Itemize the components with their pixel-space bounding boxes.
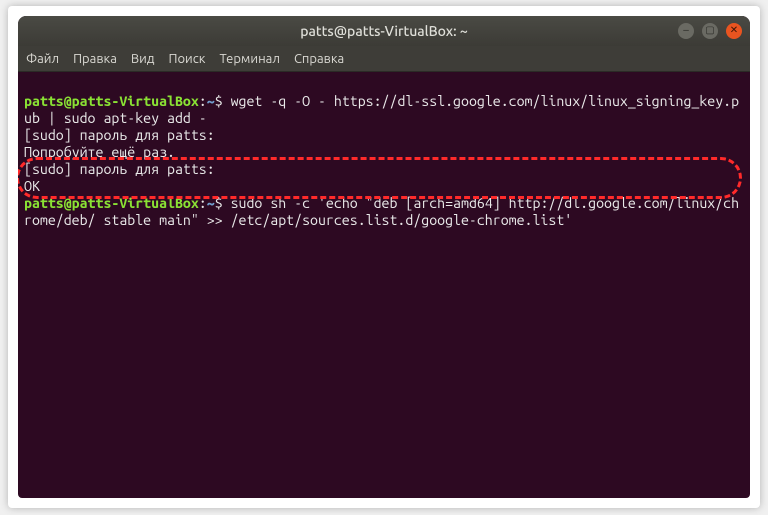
menu-file[interactable]: Файл xyxy=(26,52,59,66)
terminal-line: patts@patts-VirtualBox:~$ wget -q -O - h… xyxy=(24,93,739,126)
prompt-dollar: $ xyxy=(215,93,231,109)
minimize-button[interactable]: – xyxy=(678,23,694,39)
menu-view[interactable]: Вид xyxy=(131,52,155,66)
prompt-path: ~ xyxy=(207,195,215,211)
menu-terminal[interactable]: Терминал xyxy=(219,52,279,66)
menu-bar: Файл Правка Вид Поиск Терминал Справка xyxy=(18,46,750,72)
terminal-window: patts@patts-VirtualBox: ~ – ▢ ✕ Файл Пра… xyxy=(18,16,750,498)
terminal-line: [sudo] пароль для patts: xyxy=(24,127,215,143)
maximize-button[interactable]: ▢ xyxy=(702,23,718,39)
terminal-line: OK xyxy=(24,178,40,194)
title-bar: patts@patts-VirtualBox: ~ – ▢ ✕ xyxy=(18,16,750,46)
prompt-colon: : xyxy=(199,93,207,109)
prompt-colon: : xyxy=(199,195,207,211)
prompt-user: patts@patts-VirtualBox xyxy=(24,93,199,109)
terminal-line: [sudo] пароль для patts: xyxy=(24,161,215,177)
terminal-line: patts@patts-VirtualBox:~$ sudo sh -c 'ec… xyxy=(24,195,739,228)
prompt-user: patts@patts-VirtualBox xyxy=(24,195,199,211)
prompt-path: ~ xyxy=(207,93,215,109)
close-button[interactable]: ✕ xyxy=(726,23,742,39)
window-title: patts@patts-VirtualBox: ~ xyxy=(300,23,467,39)
prompt-dollar: $ xyxy=(215,195,231,211)
terminal-line: Попробуйте ещё раз. xyxy=(24,144,175,160)
terminal-body[interactable]: patts@patts-VirtualBox:~$ wget -q -O - h… xyxy=(18,72,750,498)
window-controls: – ▢ ✕ xyxy=(678,23,742,39)
menu-search[interactable]: Поиск xyxy=(168,52,205,66)
menu-help[interactable]: Справка xyxy=(294,52,344,66)
outer-frame: patts@patts-VirtualBox: ~ – ▢ ✕ Файл Пра… xyxy=(8,6,760,508)
menu-edit[interactable]: Правка xyxy=(73,52,117,66)
